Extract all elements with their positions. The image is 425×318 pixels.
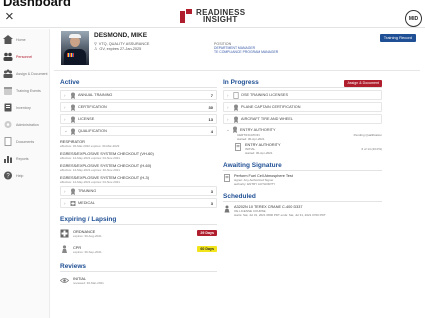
eye-icon (60, 276, 69, 285)
top-bar: × READINESS INSIGHT MID (0, 8, 425, 28)
home-icon (3, 35, 13, 44)
reports-icon (3, 154, 13, 163)
active-row-certification[interactable]: › CERTIFICATION 30 (60, 102, 217, 112)
medal-icon (70, 188, 76, 195)
in-progress-row-plane-captain[interactable]: › PLANE CAPTAIN CERTIFICATION (223, 102, 382, 112)
medal-icon (70, 116, 76, 123)
requirement-item[interactable]: EGRESS/EXPLOSIVE SYSTEM CHECKOUT (H-3) e… (60, 175, 217, 184)
sidebar-item-home[interactable]: Home (0, 33, 49, 46)
sidebar-item-documents[interactable]: Documents (0, 135, 49, 148)
requirement-item[interactable]: EGRESS/EXPLOSIVE SYSTEM CHECKOUT (VH-60)… (60, 151, 217, 160)
administration-icon (3, 120, 13, 129)
app-logo: READINESS INSIGHT (180, 9, 245, 24)
review-item[interactable]: INITIAL reviewed: 30-Mar-2021 (60, 276, 217, 288)
active-row-license[interactable]: › LICENSE 13 (60, 114, 217, 124)
medal-icon (233, 104, 239, 111)
assign-document-button[interactable]: Assign & Document (344, 79, 382, 87)
awaiting-section-title: Awaiting Signature (223, 162, 382, 171)
awaiting-item[interactable]: Perform Fuel Cell Atmosphere Test signer… (223, 174, 382, 186)
position-value: DEPARTMENT MANAGER TE COMPLIANCE PROGRAM… (214, 46, 279, 54)
scheduled-section-title: Scheduled (223, 193, 382, 202)
expiring-item-ordnance[interactable]: ORDNANCE expires: 30-Aug-2021 29 Days (60, 229, 217, 241)
documents-icon (3, 137, 13, 146)
sidebar-item-assign-document[interactable]: Assign & Document (0, 67, 49, 80)
active-row-qualification[interactable]: ⌄ QUALIFICATION 4 (60, 126, 217, 136)
medal-icon (70, 128, 76, 135)
expiring-section-title: Expiring / Lapsing (60, 216, 217, 225)
expiring-item-cpr[interactable]: CPR expires: 30-Sep-2021 60 Days (60, 245, 217, 257)
in-progress-row-ose[interactable]: › OSE TRAINING LICENSES (223, 90, 382, 100)
entry-started: started: 30-Apr-2021 (237, 137, 265, 141)
document-icon (233, 91, 239, 99)
logo-line2: INSIGHT (203, 15, 238, 24)
medal-icon (70, 92, 76, 99)
sidebar-item-label: Documents (16, 139, 35, 144)
sidebar-item-label: Assign & Document (16, 71, 48, 76)
sidebar-item-label: Personnel (16, 54, 33, 59)
document-icon (234, 143, 242, 151)
reviews-section-title: Reviews (60, 263, 217, 272)
profile-photo (61, 31, 89, 65)
sidebar-item-label: Reports (16, 156, 29, 161)
profile-name: DESMOND, MIKE (94, 32, 148, 39)
training-events-icon (3, 86, 13, 95)
requirement-item[interactable]: RESPIRATOR effective: 30-Mar-2022 expire… (60, 139, 217, 148)
days-badge: 60 Days (197, 246, 217, 252)
personnel-icon (3, 52, 13, 61)
left-column: Active › ANNUAL TRAINING 7 › CERTIFICATI… (60, 79, 217, 288)
medal-icon (70, 104, 76, 111)
active-section-title: Active (60, 79, 217, 88)
entry-status: Pending Qualification (353, 133, 382, 137)
active-row-annual-training[interactable]: › ANNUAL TRAINING 7 (60, 90, 217, 100)
sidebar-item-help[interactable]: ? Help (0, 169, 49, 182)
event-icon (223, 205, 231, 213)
requirement-item[interactable]: EGRESS/EXPLOSIVE SYSTEM CHECKOUT (H-60) … (60, 163, 217, 172)
user-avatar[interactable]: MID (405, 10, 422, 27)
sidebar-item-label: Administration (16, 122, 39, 127)
sidebar-item-administration[interactable]: Administration (0, 118, 49, 131)
document-icon (223, 174, 231, 182)
sidebar-item-label: Help (16, 173, 24, 178)
training-record-button[interactable]: Training Record (379, 34, 416, 42)
medical-cross-icon (70, 200, 76, 207)
medal-icon (233, 116, 239, 123)
entry-sub-item[interactable]: ENTRY AUTHORITY INITIAL 6 of 14 (43.0%) s… (234, 143, 382, 155)
sidebar-item-training-events[interactable]: Training Events (0, 84, 49, 97)
sidebar-item-inventory[interactable]: Inventory (0, 101, 49, 114)
assign-icon (3, 69, 13, 78)
logo-mark-icon (180, 9, 192, 23)
id-icon: ♙ (94, 47, 98, 51)
scheduled-item[interactable]: A3202N 10 TEREX CRANE C-400 D337 OE LICE… (223, 205, 382, 217)
sidebar-item-label: Training Events (16, 88, 41, 93)
in-progress-row-aircraft-tire[interactable]: › AIRCRAFT TIRE AND WHEEL (223, 114, 382, 124)
help-icon: ? (3, 171, 13, 180)
profile-header: DESMOND, MIKE ⚲ VTQ, QUALITY ASSURANCE ♙ G… (54, 31, 420, 71)
sidebar-item-personnel[interactable]: Personnel (0, 50, 49, 63)
cpr-icon (60, 245, 69, 254)
medal-icon (232, 126, 238, 133)
sidebar-item-reports[interactable]: Reports (0, 152, 49, 165)
inventory-icon (3, 103, 13, 112)
in-progress-row-entry-authority[interactable]: ⌄ ENTRY AUTHORITY (223, 126, 382, 133)
in-progress-section-title: In Progress (223, 78, 259, 86)
active-row-medical[interactable]: › MEDICAL 3 (60, 198, 217, 208)
right-column: In Progress Assign & Document › OSE TRAI… (223, 79, 382, 217)
entry-progress: 6 of 14 (43.0%) (361, 147, 382, 151)
sidebar-item-label: Home (16, 37, 26, 42)
sidebar-item-label: Inventory (16, 105, 31, 110)
active-row-training[interactable]: › TRAINING 3 (60, 186, 217, 196)
profile-detail: ♙ GV, expires 27-Jan-2025 (94, 47, 142, 51)
days-badge: 29 Days (197, 230, 217, 236)
sidebar: Home Personnel Assign & Document Trainin… (0, 29, 50, 318)
ordnance-icon (60, 229, 69, 238)
close-icon[interactable]: × (5, 9, 14, 25)
